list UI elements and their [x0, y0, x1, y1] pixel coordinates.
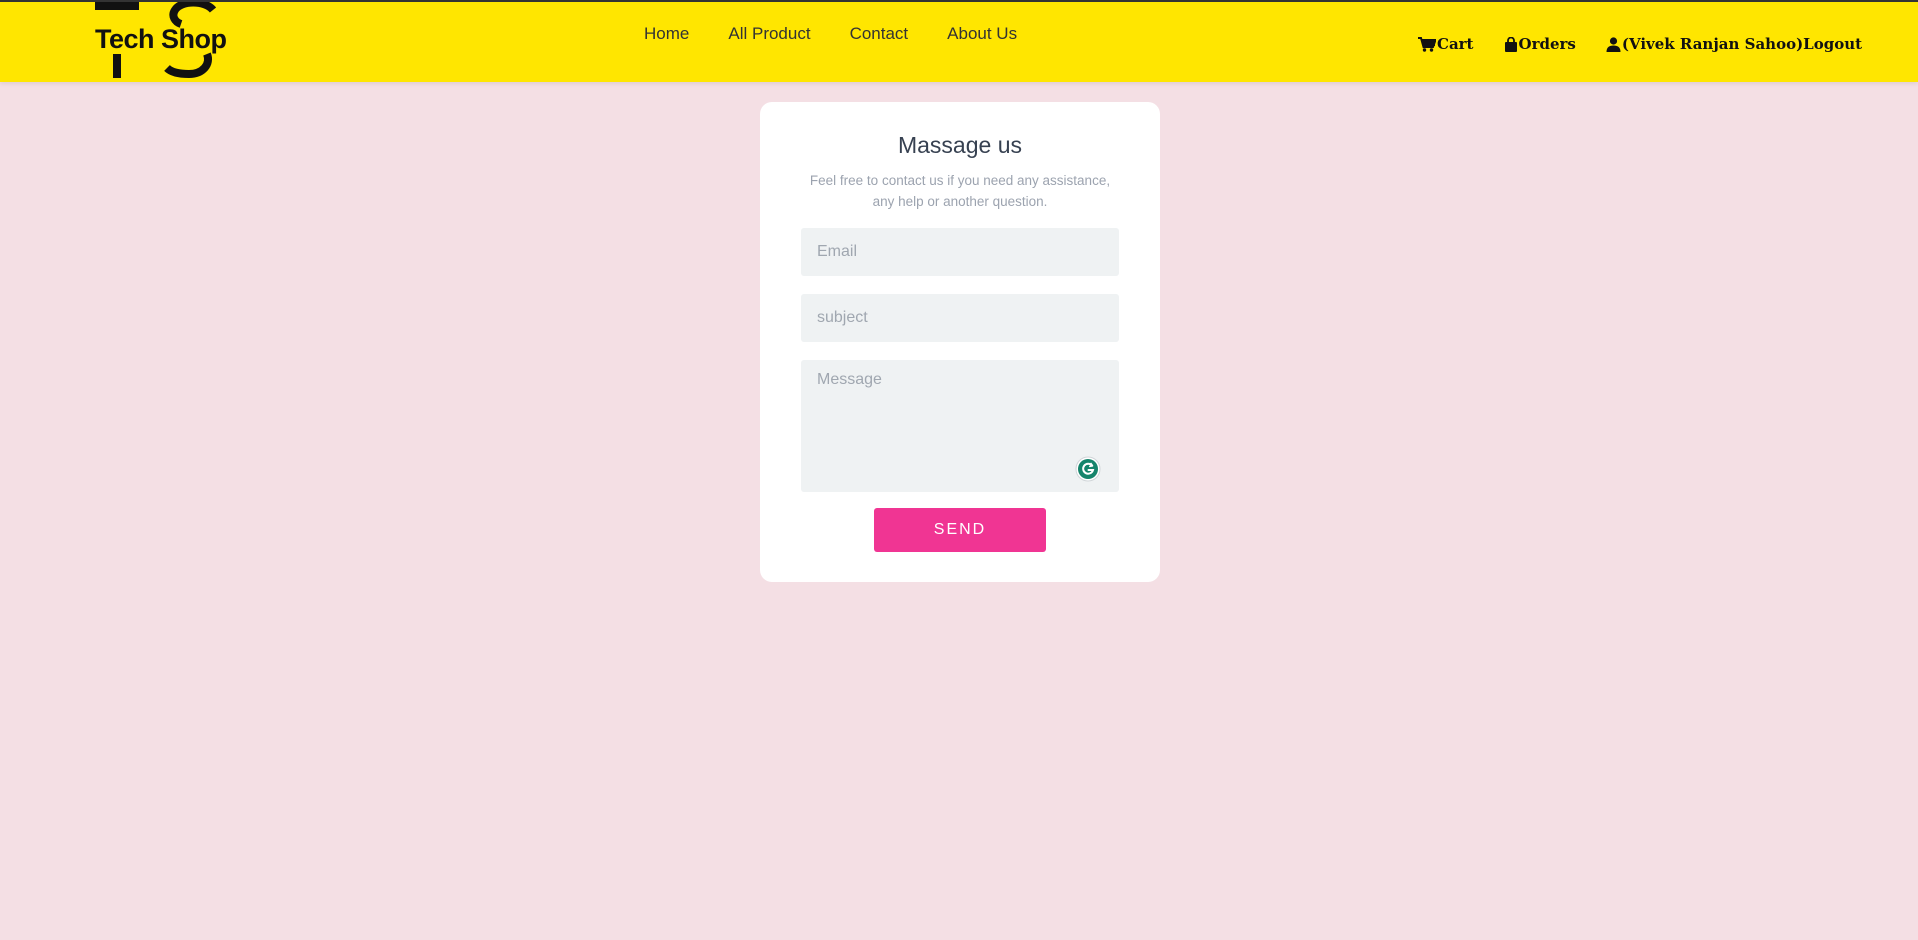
nav-contact-link[interactable]: Contact [850, 24, 909, 44]
contact-form-card: Massage us Feel free to contact us if yo… [760, 102, 1160, 582]
user-logout-link[interactable]: (Vivek Ranjan Sahoo)Logout [1606, 35, 1862, 53]
orders-link[interactable]: Orders [1504, 35, 1576, 53]
user-nav: Cart Orders (Vivek Ranjan Sahoo)Logout [1418, 35, 1862, 53]
send-button[interactable]: SEND [874, 508, 1046, 552]
orders-label: Orders [1518, 35, 1576, 53]
main-nav: Home All Product Contact About Us [644, 24, 1017, 44]
email-field[interactable] [801, 228, 1119, 276]
shopping-bag-icon [1504, 36, 1517, 52]
contact-title: Massage us [897, 132, 1022, 158]
user-logout-label: (Vivek Ranjan Sahoo)Logout [1621, 35, 1863, 53]
top-navbar: Tech Shop Home All Product Contact About… [0, 0, 1918, 82]
cart-icon [1418, 36, 1436, 52]
tech-shop-logo[interactable]: Tech Shop [95, 2, 227, 80]
cart-label: Cart [1437, 35, 1474, 53]
contact-subtitle: Feel free to contact us if you need any … [809, 173, 1111, 209]
subject-field[interactable] [801, 294, 1119, 342]
user-icon [1606, 36, 1621, 52]
nav-all-product-link[interactable]: All Product [728, 24, 810, 44]
message-field[interactable] [801, 360, 1119, 492]
cart-link[interactable]: Cart [1418, 35, 1474, 53]
nav-home-link[interactable]: Home [644, 24, 689, 44]
logo-text: Tech Shop [95, 24, 227, 54]
nav-about-us-link[interactable]: About Us [947, 24, 1017, 44]
grammarly-icon[interactable] [1075, 456, 1101, 482]
